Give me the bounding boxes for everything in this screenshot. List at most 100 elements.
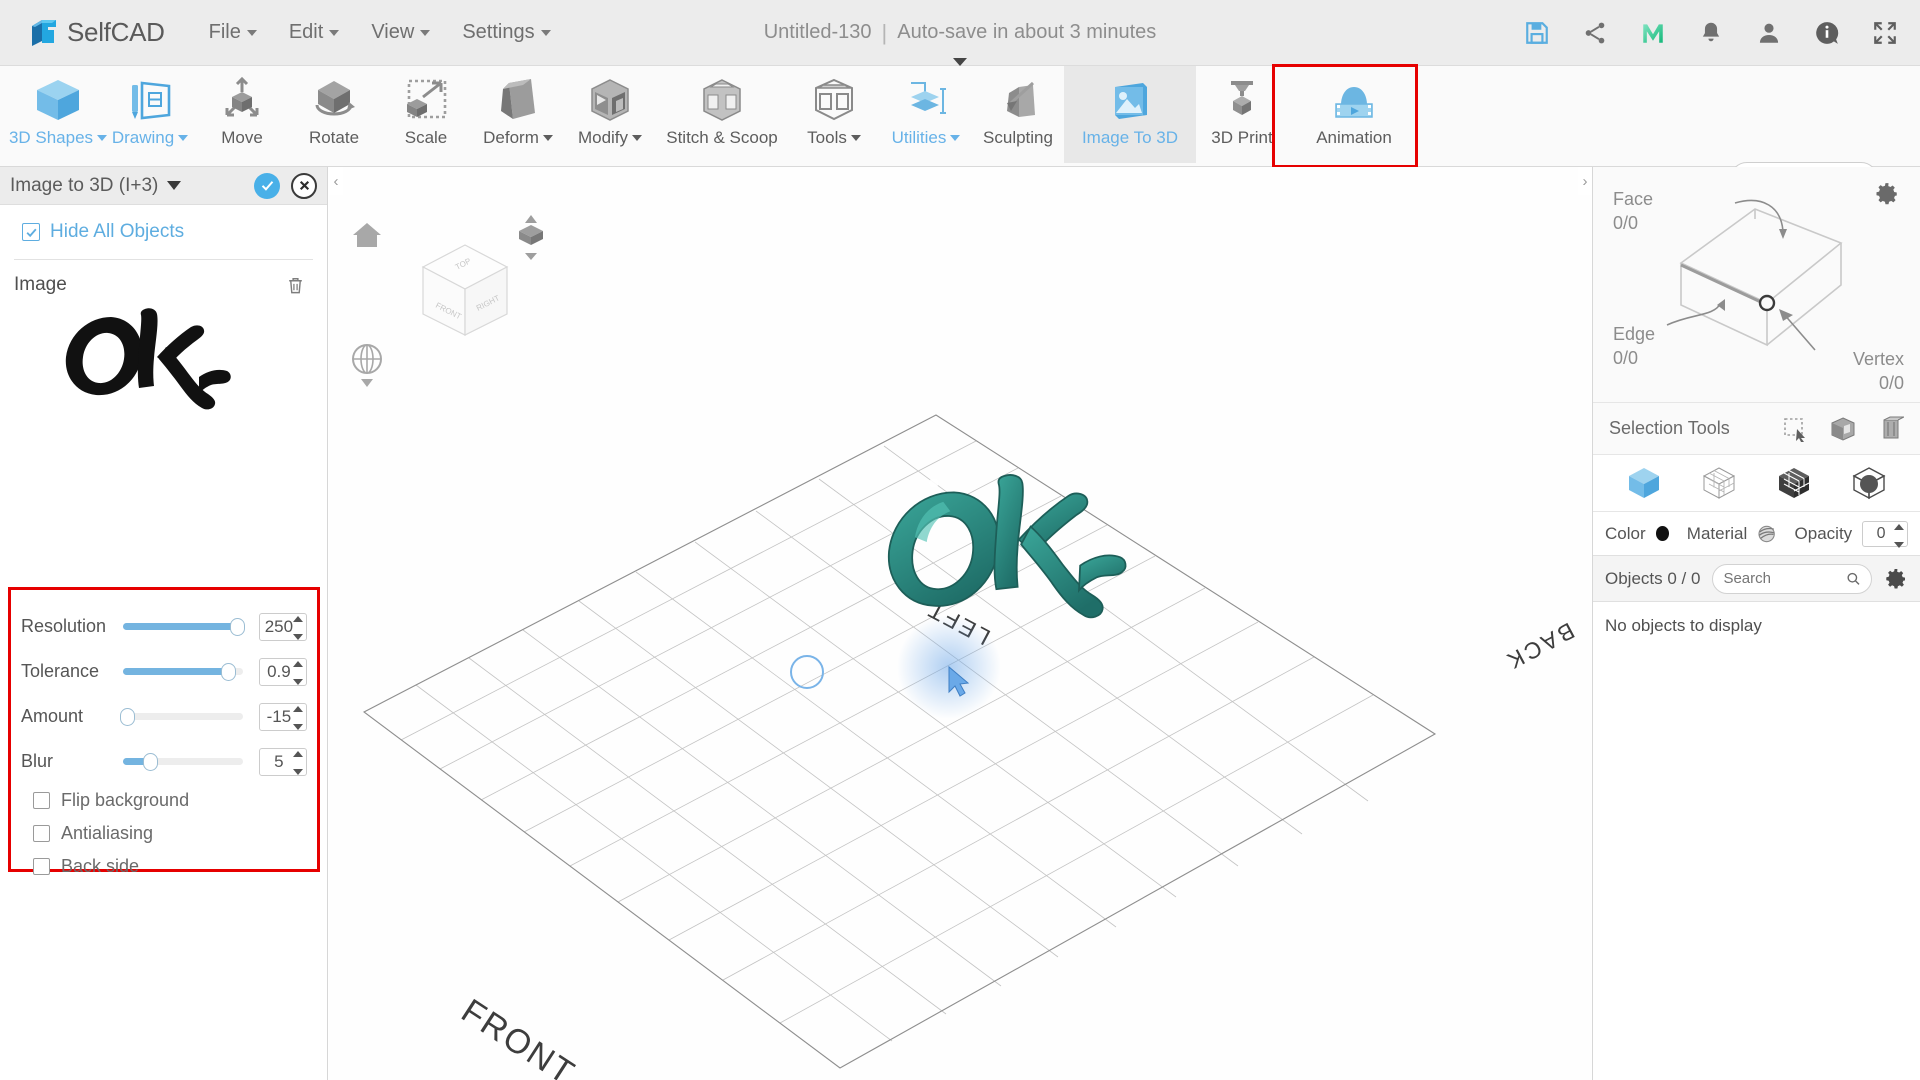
wireframe-mode-icon[interactable] xyxy=(1701,465,1737,501)
flip-background-checkbox[interactable] xyxy=(33,792,50,809)
document-title[interactable]: Untitled-130 xyxy=(764,21,872,44)
back-side-row[interactable]: Back side xyxy=(21,850,307,883)
ribbon-tool-rotate-label: Rotate xyxy=(308,128,360,147)
opacity-stepper[interactable] xyxy=(1894,523,1904,548)
tolerance-slider[interactable] xyxy=(122,663,243,681)
save-icon[interactable] xyxy=(1524,20,1550,46)
share-icon[interactable] xyxy=(1582,20,1608,46)
opacity-numberbox[interactable]: 0 xyxy=(1862,520,1908,548)
stepper-up-icon[interactable] xyxy=(293,705,303,712)
3d-print-icon xyxy=(1217,74,1267,126)
merch-m-icon[interactable] xyxy=(1640,20,1666,46)
box-select-icon[interactable] xyxy=(1830,416,1856,442)
ribbon-tool-scale[interactable]: Scale xyxy=(380,66,472,163)
ribbon-tool-rotate[interactable]: Rotate xyxy=(288,66,380,163)
opacity-label: Opacity xyxy=(1794,523,1853,543)
blur-numberbox[interactable]: 5 xyxy=(258,747,307,776)
view-cube[interactable]: TOP FRONT RIGHT xyxy=(421,244,509,336)
ribbon-tool-3d-shapes[interactable]: 3D Shapes xyxy=(9,66,108,163)
object-mode-icon[interactable] xyxy=(1626,465,1662,501)
back-side-checkbox[interactable] xyxy=(33,858,50,875)
resolution-slider[interactable] xyxy=(122,618,245,636)
material-sphere-icon[interactable] xyxy=(1757,523,1776,545)
amount-slider[interactable] xyxy=(119,708,243,726)
view-navigation-widget[interactable]: TOP FRONT RIGHT xyxy=(343,207,573,407)
objects-search[interactable] xyxy=(1712,563,1872,594)
ribbon-tool-image-to-3d[interactable]: Image To 3D xyxy=(1064,66,1196,163)
stepper-down-icon[interactable] xyxy=(293,678,303,685)
stepper-down-icon[interactable] xyxy=(293,768,303,775)
amount-stepper[interactable] xyxy=(293,705,303,730)
blur-stepper[interactable] xyxy=(293,750,303,775)
chevron-down-icon xyxy=(329,29,340,36)
modify-icon xyxy=(585,74,635,126)
ribbon-collapse-icon[interactable] xyxy=(953,58,967,66)
stepper-down-icon[interactable] xyxy=(1894,541,1904,548)
user-account-icon[interactable] xyxy=(1756,20,1782,46)
ribbon-tool-stitch-and-scoop[interactable]: Stitch & Scoop xyxy=(656,66,788,163)
trash-icon[interactable] xyxy=(286,275,305,296)
color-swatch[interactable] xyxy=(1655,526,1669,541)
ribbon-tool-utilities[interactable]: Utilities xyxy=(880,66,972,163)
stepper-up-icon[interactable] xyxy=(293,660,303,667)
ribbon-tool-tools[interactable]: Tools xyxy=(788,66,880,163)
objects-search-input[interactable] xyxy=(1723,570,1840,587)
brand-logo[interactable]: SelfCAD xyxy=(28,17,165,49)
tolerance-stepper[interactable] xyxy=(293,660,303,685)
menu-item-edit[interactable]: Edit xyxy=(273,15,355,50)
amount-numberbox[interactable]: -15 xyxy=(258,702,307,731)
3d-viewport[interactable]: LEFT BACK FRONT RIGHT xyxy=(329,167,1591,1080)
autosave-status: Auto-save in about 3 minutes xyxy=(897,21,1157,43)
lasso-select-icon[interactable] xyxy=(1878,416,1904,442)
hide-all-objects-checkbox[interactable] xyxy=(22,223,40,241)
perspective-icon[interactable] xyxy=(519,215,543,260)
source-image-thumbnail[interactable] xyxy=(0,302,327,427)
gear-icon[interactable] xyxy=(1874,181,1900,207)
collapse-right-panel-button[interactable]: › xyxy=(1578,167,1592,195)
flip-background-row[interactable]: Flip background xyxy=(21,784,307,817)
apply-button[interactable] xyxy=(254,172,280,199)
ribbon-tool-3d-print[interactable]: 3D Print xyxy=(1196,66,1288,163)
fullscreen-icon[interactable] xyxy=(1872,20,1898,46)
blur-slider[interactable] xyxy=(122,753,243,771)
resolution-numberbox[interactable]: 250 xyxy=(258,612,307,641)
ribbon-tool-sculpting[interactable]: Sculpting xyxy=(972,66,1064,163)
ribbon-tool-sculpting-label: Sculpting xyxy=(983,128,1053,147)
face-mode-icon[interactable] xyxy=(1776,465,1812,501)
hide-all-objects-row[interactable]: Hide All Objects xyxy=(0,205,327,259)
stepper-down-icon[interactable] xyxy=(293,633,303,640)
collapse-left-panel-button[interactable]: ‹ xyxy=(329,167,343,195)
stepper-up-icon[interactable] xyxy=(293,615,303,622)
rectangle-select-icon[interactable] xyxy=(1782,416,1808,442)
color-label: Color xyxy=(1605,523,1646,543)
ribbon-tool-deform[interactable]: Deform xyxy=(472,66,564,163)
ribbon-tool-drawing[interactable]: Drawing xyxy=(104,66,196,163)
ribbon-tool-modify[interactable]: Modify xyxy=(564,66,656,163)
stepper-up-icon[interactable] xyxy=(293,750,303,757)
tolerance-numberbox[interactable]: 0.9 xyxy=(258,657,307,686)
objects-settings-gear-icon[interactable] xyxy=(1884,567,1908,591)
ribbon-tool-move[interactable]: Move xyxy=(196,66,288,163)
back-side-label: Back side xyxy=(61,856,140,876)
model-ok-3d[interactable] xyxy=(887,474,1127,619)
vertex-mode-icon[interactable] xyxy=(1851,465,1887,501)
menu-item-file-label: File xyxy=(208,21,241,43)
close-panel-button[interactable] xyxy=(291,172,317,199)
resolution-stepper[interactable] xyxy=(293,615,303,640)
menu-item-settings[interactable]: Settings xyxy=(446,15,566,50)
antialiasing-checkbox[interactable] xyxy=(33,825,50,842)
menu-item-view[interactable]: View xyxy=(355,15,446,50)
stepper-up-icon[interactable] xyxy=(1894,523,1904,530)
antialiasing-row[interactable]: Antialiasing xyxy=(21,817,307,850)
orbit-globe-icon[interactable] xyxy=(352,344,382,387)
ribbon-tool-animation[interactable]: Animation xyxy=(1288,66,1420,163)
notifications-bell-icon[interactable] xyxy=(1698,20,1724,46)
blur-label: Blur xyxy=(21,751,54,771)
scale-icon xyxy=(401,74,451,126)
chevron-down-icon[interactable] xyxy=(167,181,182,190)
menu-item-file[interactable]: File xyxy=(193,15,273,50)
info-icon[interactable] xyxy=(1814,20,1840,46)
vertex-counter-value: 0/0 xyxy=(1878,373,1904,394)
stepper-down-icon[interactable] xyxy=(293,723,303,730)
home-icon[interactable] xyxy=(353,223,381,247)
